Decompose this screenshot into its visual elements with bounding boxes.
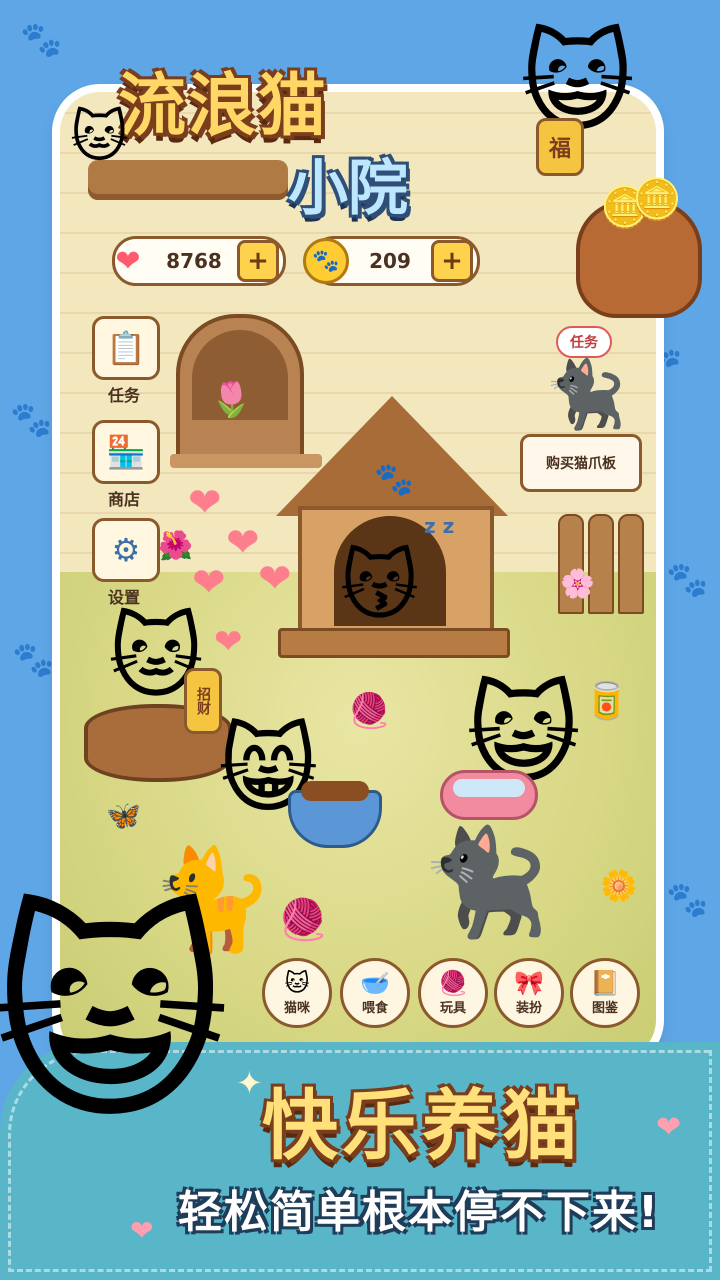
slogan-main: 快乐养猫 bbox=[262, 1081, 582, 1170]
lucky-charm-text: 福 bbox=[548, 137, 571, 162]
mascot-cat-icon: 😺 bbox=[0, 885, 230, 1152]
butterfly-icon: 🦋 bbox=[106, 799, 141, 832]
sparkle-icon: ✦ bbox=[236, 1064, 263, 1102]
nav-label: 喂食 bbox=[361, 1000, 388, 1016]
shop-icon: 🏪 bbox=[92, 420, 160, 484]
side-button-settings[interactable]: ⚙ 设置 bbox=[92, 518, 160, 608]
nav-toys-button[interactable]: 🧶 玩具 bbox=[418, 958, 488, 1028]
heart-icon: ❤ bbox=[115, 243, 141, 279]
heart-icon: ❤ bbox=[656, 1110, 682, 1145]
gear-icon: ⚙ bbox=[92, 518, 160, 582]
heart-icon: ❤ bbox=[188, 480, 222, 526]
fortune-charm: 招财 bbox=[184, 668, 222, 734]
cat-face-icon: 🐱 bbox=[284, 968, 310, 997]
paw-pattern-icon: 🐾 bbox=[666, 560, 709, 600]
hearts-counter: ❤ 8768 + bbox=[112, 236, 286, 286]
nav-cats-button[interactable]: 🐱 猫咪 bbox=[262, 958, 332, 1028]
side-button-label: 任务 bbox=[107, 386, 140, 405]
coins-value: 209 bbox=[369, 249, 411, 273]
paw-pattern-icon: 🐾 bbox=[20, 20, 63, 60]
side-button-label: 商店 bbox=[107, 490, 140, 509]
lucky-charm: 福 bbox=[536, 118, 584, 176]
title-line-1: 流浪猫 bbox=[118, 67, 329, 146]
paw-icon: 🐾 bbox=[374, 460, 414, 498]
task-sign[interactable]: 购买猫爪板 bbox=[520, 434, 642, 492]
yarn-ball-icon[interactable]: 🧶 bbox=[278, 900, 328, 940]
yarn-ball-icon[interactable]: 🧶 bbox=[348, 694, 390, 728]
nav-label: 装扮 bbox=[515, 1000, 542, 1016]
task-tag[interactable]: 任务 bbox=[556, 326, 612, 358]
paw-pattern-icon: 🐾 bbox=[666, 880, 709, 920]
flower-icon: 🌸 bbox=[560, 567, 595, 600]
paw-coin-icon: 🐾 bbox=[303, 238, 349, 284]
coins-counter: 🐾 209 + bbox=[303, 236, 480, 286]
nav-collection-button[interactable]: 📔 图鉴 bbox=[570, 958, 640, 1028]
side-button-shop[interactable]: 🏪 商店 bbox=[92, 420, 160, 510]
title-cat-icon: 🐱 bbox=[70, 105, 129, 170]
heart-icon: ❤ bbox=[258, 556, 292, 602]
yarn-ball-icon: 🧶 bbox=[438, 968, 468, 997]
heart-icon: ❤ bbox=[130, 1214, 154, 1247]
flower-pot-icon: 🌷 bbox=[210, 380, 253, 420]
bow-icon: 🎀 bbox=[514, 968, 544, 997]
paw-pattern-icon: 🐾 bbox=[10, 400, 53, 440]
coin-bag-icon: 🪙 🪙 bbox=[576, 177, 702, 318]
nav-label: 玩具 bbox=[439, 1000, 466, 1016]
add-hearts-button[interactable]: + bbox=[237, 240, 279, 282]
nav-label: 图鉴 bbox=[591, 1000, 618, 1016]
nav-label: 猫咪 bbox=[283, 1000, 310, 1016]
nav-feed-button[interactable]: 🥣 喂食 bbox=[340, 958, 410, 1028]
slogan-sub: 轻松简单根本停不下来! bbox=[178, 1187, 661, 1238]
flower-icon: 🌺 bbox=[158, 529, 193, 562]
black-cat-lying-icon[interactable]: 🐈‍⬛ bbox=[420, 830, 550, 934]
nav-dressup-button[interactable]: 🎀 装扮 bbox=[494, 958, 564, 1028]
heart-icon: ❤ bbox=[226, 520, 260, 566]
clipboard-icon: 📋 bbox=[92, 316, 160, 380]
sleeping-cat-icon[interactable]: 😽 bbox=[340, 548, 419, 624]
side-button-tasks[interactable]: 📋 任务 bbox=[92, 316, 160, 406]
cat-food-can-icon: 🥫 bbox=[584, 681, 629, 722]
paw-pattern-icon: 🐾 bbox=[12, 640, 55, 680]
food-bowl-icon: 🥣 bbox=[360, 968, 390, 997]
black-cat-icon[interactable]: 🐈‍⬛ bbox=[544, 362, 626, 428]
heart-icon: ❤ bbox=[192, 560, 226, 606]
game-title: 流浪猫 小院 bbox=[88, 40, 468, 224]
heart-icon: ❤ bbox=[214, 622, 243, 662]
hearts-value: 8768 bbox=[166, 249, 222, 273]
book-icon: 📔 bbox=[590, 968, 620, 997]
title-line-2: 小院 bbox=[288, 154, 408, 224]
add-coins-button[interactable]: + bbox=[431, 240, 473, 282]
sleep-text: z z bbox=[424, 514, 455, 538]
water-bowl[interactable] bbox=[440, 770, 538, 820]
flower-icon: 🌼 bbox=[600, 869, 638, 904]
fortune-charm-text: 招财 bbox=[195, 687, 211, 715]
